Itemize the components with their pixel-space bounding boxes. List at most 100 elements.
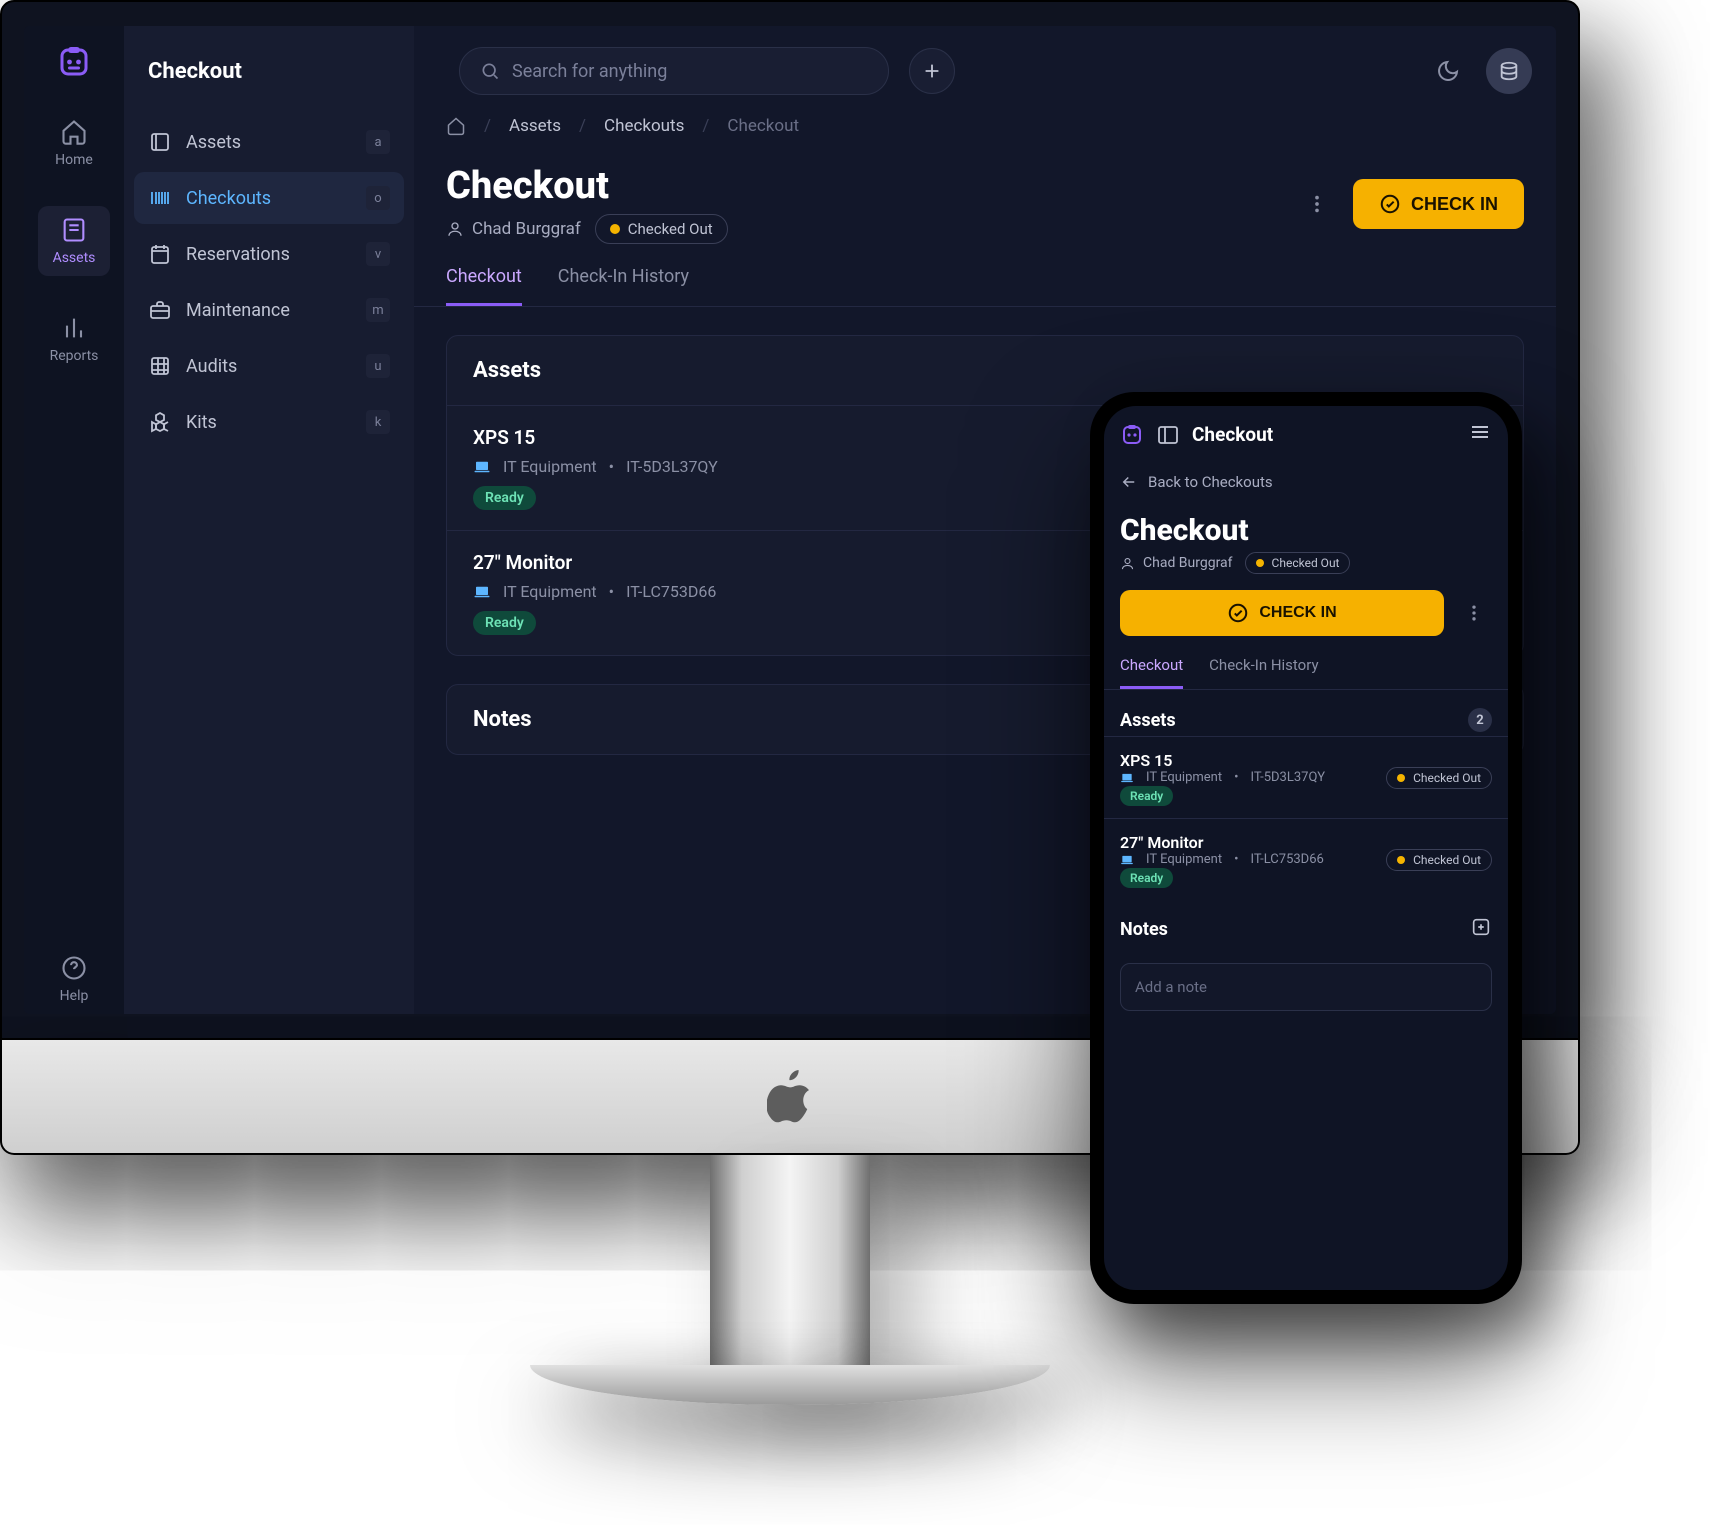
keyboard-shortcut: m	[366, 298, 390, 322]
sidebar-item-maintenance[interactable]: Maintenance m	[134, 284, 404, 336]
home-icon[interactable]	[446, 116, 466, 136]
box-icon	[148, 130, 172, 154]
rail-item-assets[interactable]: Assets	[38, 206, 110, 276]
breadcrumb-checkouts[interactable]: Checkouts	[604, 116, 684, 136]
moon-icon	[1436, 59, 1460, 83]
assets-section-head: Assets 2	[1120, 708, 1492, 732]
meta-dot: •	[1234, 852, 1238, 867]
mobile-assets-section: Assets 2	[1104, 690, 1508, 736]
sidebar-item-kits[interactable]: Kits k	[134, 396, 404, 448]
status-dot-icon	[1256, 559, 1264, 567]
asset-category: IT Equipment	[503, 582, 597, 601]
reports-icon	[60, 314, 88, 342]
rail-item-help[interactable]: Help	[38, 944, 110, 1014]
check-in-button[interactable]: CHECK IN	[1353, 179, 1524, 229]
tab-checkout[interactable]: Checkout	[1120, 656, 1183, 689]
mobile-menu-button[interactable]	[1468, 420, 1492, 449]
tab-checkout[interactable]: Checkout	[446, 266, 522, 306]
user-icon	[446, 220, 464, 238]
asset-row[interactable]: 27" Monitor IT Equipment • IT-LC753D66 R…	[1104, 818, 1508, 900]
cubes-icon	[148, 410, 172, 434]
asset-state: Ready	[1120, 868, 1173, 888]
keyboard-shortcut: v	[366, 242, 390, 266]
add-button[interactable]	[909, 48, 955, 94]
sidebar-item-reservations[interactable]: Reservations v	[134, 228, 404, 280]
rail-item-label: Home	[55, 152, 93, 168]
tab-history[interactable]: Check-In History	[558, 266, 689, 306]
asset-state: Ready	[1120, 786, 1173, 806]
status-dot-icon	[1397, 856, 1405, 864]
barcode-icon	[148, 186, 172, 210]
rail-item-home[interactable]: Home	[38, 108, 110, 178]
imac-stand-foot	[530, 1365, 1050, 1405]
laptop-icon	[473, 583, 491, 601]
theme-toggle[interactable]	[1430, 53, 1466, 89]
notes-title: Notes	[1120, 919, 1168, 940]
sidebar-item-label: Reservations	[186, 244, 290, 265]
more-menu[interactable]	[1299, 186, 1335, 222]
hamburger-icon	[1468, 420, 1492, 444]
sidebar-item-assets[interactable]: Assets a	[134, 116, 404, 168]
page-title-sidebar: Checkout	[134, 26, 404, 116]
database-menu[interactable]	[1486, 48, 1532, 94]
plus-icon	[921, 60, 943, 82]
mobile-topbar: Checkout	[1104, 406, 1508, 463]
sidebar-item-checkouts[interactable]: Checkouts o	[134, 172, 404, 224]
breadcrumb: / Assets / Checkouts / Checkout	[414, 116, 1556, 150]
add-note-button[interactable]	[1470, 916, 1492, 943]
keyboard-shortcut: u	[366, 354, 390, 378]
note-input[interactable]: Add a note	[1120, 963, 1492, 1011]
search-input[interactable]: Search for anything	[459, 47, 889, 95]
asset-tag: IT-LC753D66	[626, 582, 716, 601]
status-text: Checked Out	[1272, 556, 1340, 570]
mobile-page-title: Checkout	[1120, 513, 1492, 548]
app-logo-icon	[56, 44, 92, 80]
mobile-action-row: CHECK IN	[1104, 578, 1508, 648]
mobile-tabs: Checkout Check-In History	[1104, 648, 1508, 690]
more-vertical-icon	[1464, 603, 1484, 623]
topbar: Search for anything	[414, 26, 1556, 116]
breadcrumb-assets[interactable]: Assets	[509, 116, 561, 136]
status-badge: Checked Out	[1245, 552, 1351, 574]
more-menu[interactable]	[1456, 595, 1492, 631]
note-placeholder: Add a note	[1135, 978, 1207, 996]
assets-count: 2	[1468, 708, 1492, 732]
user-name: Chad Burggraf	[472, 219, 581, 239]
phone-device-frame: Checkout Back to Checkouts Checkout Chad…	[1090, 392, 1522, 1304]
search-placeholder: Search for anything	[512, 61, 667, 82]
asset-category: IT Equipment	[1146, 852, 1222, 867]
asset-row[interactable]: XPS 15 IT Equipment • IT-5D3L37QY Ready …	[1104, 736, 1508, 818]
keyboard-shortcut: k	[366, 410, 390, 434]
mobile-page-header: Checkout Chad Burggraf Checked Out	[1104, 501, 1508, 578]
help-icon	[60, 954, 88, 982]
asset-status: Checked Out	[1386, 849, 1492, 871]
sidebar-item-audits[interactable]: Audits u	[134, 340, 404, 392]
app-logo-icon	[1120, 423, 1144, 447]
asset-state: Ready	[473, 486, 536, 510]
panel-icon[interactable]	[1156, 423, 1180, 447]
breadcrumb-current: Checkout	[727, 116, 799, 136]
back-label: Back to Checkouts	[1148, 473, 1273, 491]
sidebar-item-label: Kits	[186, 412, 217, 433]
button-label: CHECK IN	[1411, 194, 1498, 215]
page-title: Checkout	[446, 164, 728, 208]
mobile-title: Checkout	[1192, 423, 1273, 446]
sidebar-item-label: Maintenance	[186, 300, 290, 321]
check-badge-icon	[1379, 193, 1401, 215]
checkout-user: Chad Burggraf	[1120, 555, 1233, 571]
tab-history[interactable]: Check-In History	[1209, 656, 1318, 689]
button-label: CHECK IN	[1259, 604, 1336, 622]
meta-dot: •	[1234, 770, 1238, 785]
meta-dot: •	[609, 582, 614, 601]
check-in-button[interactable]: CHECK IN	[1120, 590, 1444, 636]
toolbox-icon	[148, 298, 172, 322]
status-dot-icon	[1397, 774, 1405, 782]
asset-category: IT Equipment	[1146, 770, 1222, 785]
sidebar-item-label: Audits	[186, 356, 237, 377]
meta-dot: •	[609, 457, 614, 476]
rail-item-reports[interactable]: Reports	[38, 304, 110, 374]
rail-item-label: Reports	[50, 348, 99, 364]
more-vertical-icon	[1306, 193, 1328, 215]
status-dot-icon	[610, 224, 620, 234]
mobile-back-link[interactable]: Back to Checkouts	[1104, 463, 1508, 501]
